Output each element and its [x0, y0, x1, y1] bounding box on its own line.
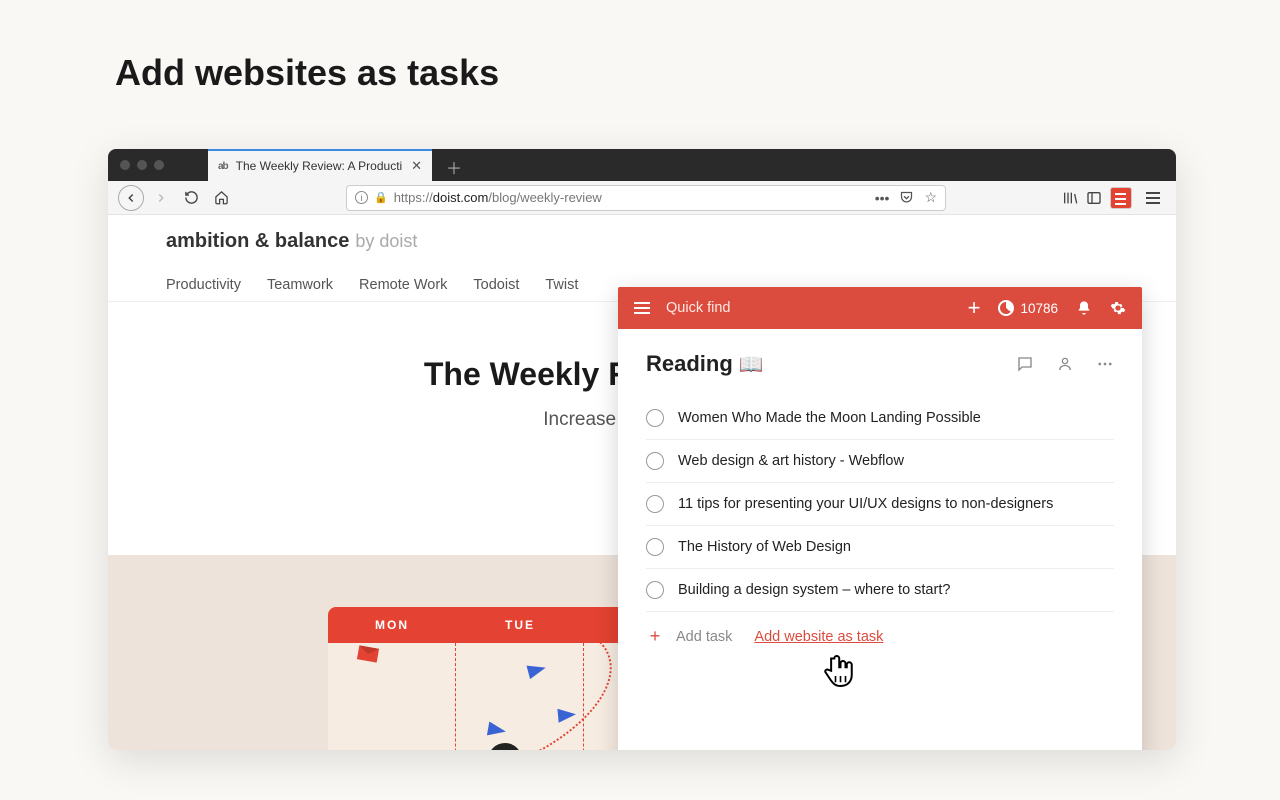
reload-button[interactable] — [178, 185, 204, 211]
task-title: Web design & art history - Webflow — [678, 453, 904, 469]
info-icon[interactable]: i — [355, 191, 368, 204]
add-task-button[interactable]: Add task — [676, 629, 732, 645]
site-brand[interactable]: ambition & balance — [166, 230, 349, 253]
add-plus-icon[interactable]: + — [646, 626, 664, 647]
favicon-icon: ab — [218, 161, 228, 172]
nav-twist[interactable]: Twist — [545, 277, 578, 293]
task-list: Women Who Made the Moon Landing Possible… — [646, 397, 1114, 612]
pocket-icon[interactable] — [899, 190, 914, 205]
more-icon[interactable] — [1096, 355, 1114, 373]
karma-count: 10786 — [1020, 301, 1058, 316]
close-dot[interactable] — [120, 160, 130, 170]
minimize-dot[interactable] — [137, 160, 147, 170]
sidebar-icon[interactable] — [1086, 190, 1102, 206]
home-button[interactable] — [208, 185, 234, 211]
bookmark-star-icon[interactable]: ☆ — [924, 189, 937, 206]
browser-tabbar: ab The Weekly Review: A Producti ✕ ＋ — [108, 149, 1176, 181]
address-bar[interactable]: i 🔒 https://doist.com/blog/weekly-review… — [246, 185, 1046, 211]
forward-button[interactable] — [148, 185, 174, 211]
todoist-extension-panel: Quick find + 10786 Reading 📖 — [618, 287, 1142, 750]
page-actions-icon[interactable]: ••• — [875, 190, 890, 206]
quick-find[interactable]: Quick find — [666, 300, 952, 316]
library-icon[interactable] — [1062, 190, 1078, 206]
todoist-extension-icon[interactable] — [1110, 187, 1132, 209]
comments-icon[interactable] — [1016, 355, 1034, 373]
task-checkbox[interactable] — [646, 495, 664, 513]
url-text: https://doist.com/blog/weekly-review — [394, 190, 602, 205]
todoist-header: Quick find + 10786 — [618, 287, 1142, 329]
task-checkbox[interactable] — [646, 409, 664, 427]
project-title: Reading — [646, 351, 733, 377]
browser-toolbar: i 🔒 https://doist.com/blog/weekly-review… — [108, 181, 1176, 215]
task-checkbox[interactable] — [646, 538, 664, 556]
project-emoji: 📖 — [739, 352, 764, 377]
menu-button[interactable] — [1140, 185, 1166, 211]
new-tab-button[interactable]: ＋ — [446, 155, 462, 179]
browser-window: ab The Weekly Review: A Producti ✕ ＋ i 🔒… — [108, 149, 1176, 750]
cal-day-mon: MON — [328, 607, 456, 643]
nav-remote-work[interactable]: Remote Work — [359, 277, 447, 293]
task-row[interactable]: The History of Web Design — [646, 526, 1114, 569]
pointer-cursor-icon — [818, 651, 858, 691]
share-icon[interactable] — [1056, 355, 1074, 373]
page-content: ambition & balance by doist Productivity… — [108, 215, 1176, 750]
add-website-as-task-link[interactable]: Add website as task — [754, 629, 883, 645]
task-title: Building a design system – where to star… — [678, 582, 950, 598]
settings-icon[interactable] — [1110, 300, 1126, 316]
task-row[interactable]: Women Who Made the Moon Landing Possible — [646, 397, 1114, 440]
menu-icon[interactable] — [634, 302, 650, 314]
browser-tab[interactable]: ab The Weekly Review: A Producti ✕ — [208, 149, 432, 181]
nav-productivity[interactable]: Productivity — [166, 277, 241, 293]
nav-todoist[interactable]: Todoist — [473, 277, 519, 293]
task-row[interactable]: Building a design system – where to star… — [646, 569, 1114, 612]
page-heading: Add websites as tasks — [115, 52, 499, 94]
tab-title: The Weekly Review: A Producti — [236, 159, 403, 173]
task-row[interactable]: 11 tips for presenting your UI/UX design… — [646, 483, 1114, 526]
karma-counter[interactable]: 10786 — [998, 300, 1058, 316]
notifications-icon[interactable] — [1076, 300, 1092, 316]
task-title: Women Who Made the Moon Landing Possible — [678, 410, 981, 426]
karma-pie-icon — [998, 300, 1014, 316]
nav-teamwork[interactable]: Teamwork — [267, 277, 333, 293]
task-row[interactable]: Web design & art history - Webflow — [646, 440, 1114, 483]
site-byline: by doist — [355, 231, 417, 252]
site-header: ambition & balance by doist — [108, 215, 1176, 268]
task-checkbox[interactable] — [646, 581, 664, 599]
task-title: The History of Web Design — [678, 539, 851, 555]
task-checkbox[interactable] — [646, 452, 664, 470]
window-controls[interactable] — [120, 160, 164, 170]
maximize-dot[interactable] — [154, 160, 164, 170]
cal-day-tue: TUE — [456, 607, 584, 643]
task-title: 11 tips for presenting your UI/UX design… — [678, 496, 1053, 512]
close-tab-icon[interactable]: ✕ — [411, 158, 422, 174]
back-button[interactable] — [118, 185, 144, 211]
lock-icon: 🔒 — [374, 191, 388, 204]
